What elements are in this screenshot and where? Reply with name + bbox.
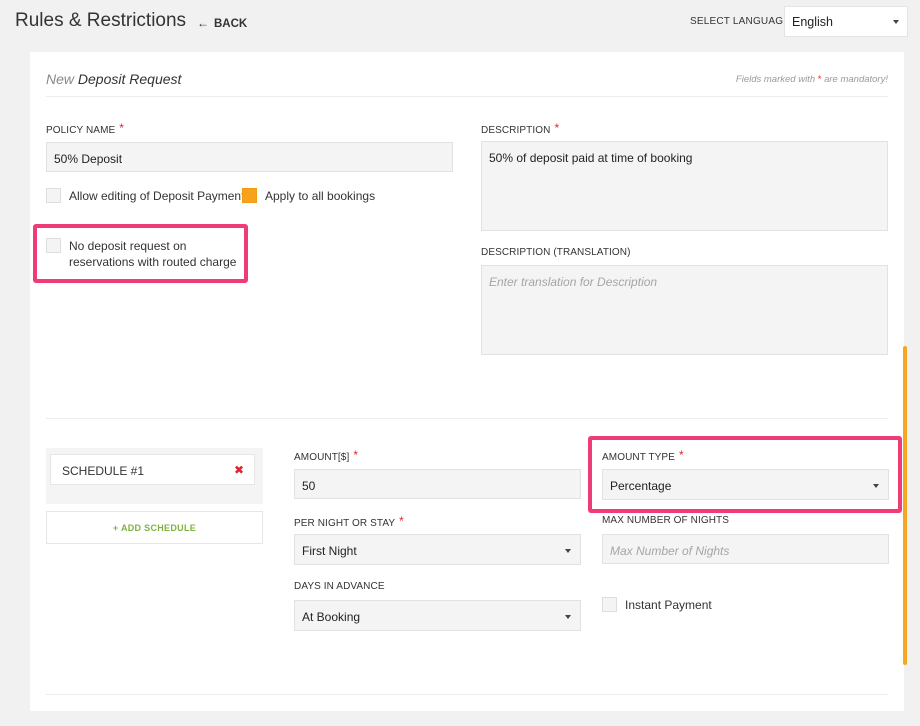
required-star: * xyxy=(554,121,560,135)
amount-label: AMOUNT[$] * xyxy=(294,448,359,463)
amount-type-select[interactable]: Percentage xyxy=(602,469,889,500)
close-icon[interactable]: ✖ xyxy=(234,463,244,477)
instant-payment-label: Instant Payment xyxy=(625,598,712,612)
top-bar: Rules & Restrictions ← BACK SELECT LANGUA… xyxy=(0,0,920,48)
policy-name-input[interactable]: 50% Deposit xyxy=(46,142,453,172)
no-deposit-label-line1: No deposit request on xyxy=(69,239,187,253)
no-deposit-label-line2: reservations with routed charge xyxy=(69,255,237,269)
caret-down-icon xyxy=(893,20,899,24)
apply-all-label: Apply to all bookings xyxy=(265,189,376,203)
days-advance-value: At Booking xyxy=(302,610,361,624)
per-night-label: PER NIGHT OR STAY * xyxy=(294,514,404,529)
max-nights-input[interactable]: Max Number of Nights xyxy=(602,534,889,564)
allow-editing-label: Allow editing of Deposit Payment xyxy=(69,189,245,203)
mandatory-note-before: Fields marked with xyxy=(735,74,816,85)
amount-type-label-text: AMOUNT TYPE xyxy=(602,452,675,463)
divider xyxy=(46,96,888,97)
schedule-list: SCHEDULE #1 ✖ xyxy=(46,448,263,504)
language-value: English xyxy=(792,15,833,29)
description-textarea[interactable]: 50% of deposit paid at time of booking xyxy=(481,141,888,231)
scrollbar[interactable] xyxy=(903,346,907,665)
mandatory-note: Fields marked with * are mandatory! xyxy=(736,74,888,85)
arrow-left-icon: ← xyxy=(197,16,209,30)
mandatory-star: * xyxy=(817,74,822,85)
per-night-label-text: PER NIGHT OR STAY xyxy=(294,518,396,529)
description-translation-textarea[interactable]: Enter translation for Description xyxy=(481,265,888,355)
divider xyxy=(46,418,888,419)
language-select[interactable]: English xyxy=(784,6,908,37)
days-advance-select[interactable]: At Booking xyxy=(294,600,581,631)
deposit-request-form: New Deposit Request Fields marked with *… xyxy=(30,52,904,711)
page-title: Rules & Restrictions xyxy=(15,10,187,31)
description-translation-label: DESCRIPTION (TRANSLATION) xyxy=(481,247,631,258)
amount-input[interactable]: 50 xyxy=(294,469,581,499)
allow-editing-checkbox[interactable] xyxy=(46,188,61,203)
required-star: * xyxy=(353,448,359,462)
per-night-select[interactable]: First Night xyxy=(294,534,581,565)
days-advance-label: DAYS IN ADVANCE xyxy=(294,581,385,592)
select-language-label: SELECT LANGUAGE xyxy=(690,16,791,27)
caret-down-icon xyxy=(565,549,571,553)
mandatory-note-after: are mandatory! xyxy=(824,74,888,85)
required-star: * xyxy=(119,121,125,135)
back-button[interactable]: ← BACK xyxy=(197,16,247,30)
instant-payment-checkbox[interactable] xyxy=(602,597,617,612)
divider xyxy=(46,694,888,695)
form-title-prefix: New xyxy=(46,71,75,87)
form-title: New Deposit Request xyxy=(46,71,181,87)
description-label: DESCRIPTION * xyxy=(481,121,560,136)
amount-type-label: AMOUNT TYPE * xyxy=(602,448,684,463)
required-star: * xyxy=(399,514,404,528)
amount-label-text: AMOUNT[$] xyxy=(294,452,350,463)
back-label: BACK xyxy=(214,18,248,30)
form-title-main: Deposit Request xyxy=(77,71,182,87)
required-star: * xyxy=(678,448,684,462)
per-night-value: First Night xyxy=(302,544,357,558)
caret-down-icon xyxy=(873,484,879,488)
description-label-text: DESCRIPTION xyxy=(481,125,551,136)
amount-type-value: Percentage xyxy=(610,479,672,493)
schedule-item[interactable]: SCHEDULE #1 ✖ xyxy=(50,454,255,485)
schedule-item-label: SCHEDULE #1 xyxy=(62,464,145,478)
policy-name-label: POLICY NAME * xyxy=(46,121,125,136)
add-schedule-button[interactable]: + ADD SCHEDULE xyxy=(46,511,263,544)
policy-name-label-text: POLICY NAME xyxy=(46,125,116,136)
max-nights-label: MAX NUMBER OF NIGHTS xyxy=(602,515,730,526)
caret-down-icon xyxy=(565,615,571,619)
apply-all-checkbox[interactable] xyxy=(242,188,257,203)
no-deposit-checkbox[interactable] xyxy=(46,238,61,253)
